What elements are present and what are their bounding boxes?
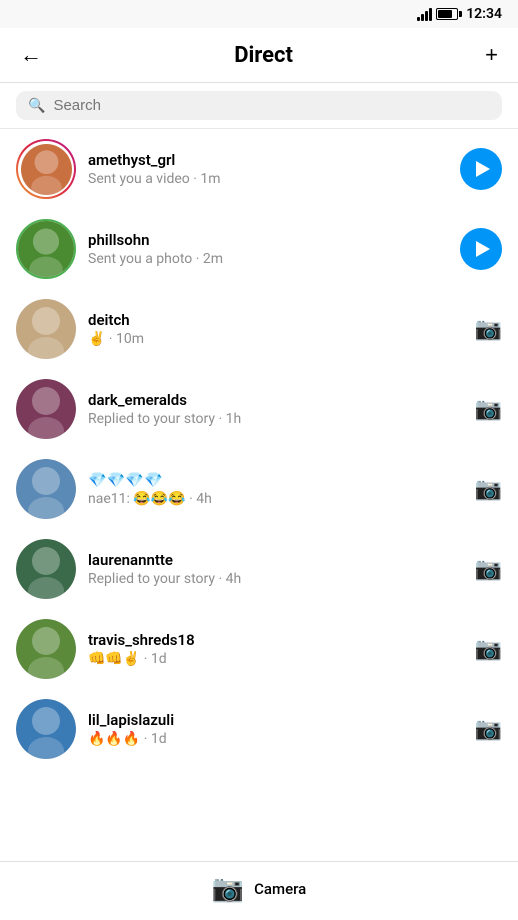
camera-button[interactable]: 📷 <box>475 557 502 582</box>
message-preview: nae11: 😂😂😂 · 4h <box>88 491 463 507</box>
camera-icon: 📷 <box>475 717 502 742</box>
camera-icon: 📷 <box>212 874 244 904</box>
message-preview: Sent you a video · 1m <box>88 171 448 187</box>
message-content: dark_emeralds Replied to your story · 1h <box>88 391 463 427</box>
message-username: lil_lapislazuli <box>88 711 463 729</box>
play-button[interactable] <box>460 148 502 190</box>
signal-icon <box>417 7 432 21</box>
page-title: Direct <box>234 43 293 68</box>
message-username: dark_emeralds <box>88 391 463 409</box>
list-item[interactable]: travis_shreds18 👊👊✌️ · 1d 📷 <box>0 609 518 689</box>
play-icon <box>476 161 490 177</box>
message-username: phillsohn <box>88 231 448 249</box>
avatar <box>16 219 76 279</box>
back-button[interactable]: ← <box>16 38 46 72</box>
message-username: amethyst_grl <box>88 151 448 169</box>
message-content: amethyst_grl Sent you a video · 1m <box>88 151 448 187</box>
avatar <box>16 139 76 199</box>
message-username: laurenanntte <box>88 551 463 569</box>
camera-icon: 📷 <box>475 317 502 342</box>
message-username: travis_shreds18 <box>88 631 463 649</box>
avatar <box>16 619 76 679</box>
status-bar: 12:34 <box>0 0 518 28</box>
battery-icon <box>436 8 462 20</box>
status-time: 12:34 <box>466 6 502 22</box>
play-button[interactable] <box>460 228 502 270</box>
avatar <box>16 699 76 759</box>
list-item[interactable]: deitch ✌️ · 10m 📷 <box>0 289 518 369</box>
camera-icon: 📷 <box>475 397 502 422</box>
list-item[interactable]: laurenanntte Replied to your story · 4h 📷 <box>0 529 518 609</box>
search-input-wrap: 🔍 <box>16 91 502 120</box>
camera-button[interactable]: 📷 <box>475 717 502 742</box>
list-item[interactable]: lil_lapislazuli 🔥🔥🔥 · 1d 📷 <box>0 689 518 769</box>
avatar <box>16 379 76 439</box>
list-item[interactable]: amethyst_grl Sent you a video · 1m <box>0 129 518 209</box>
message-content: phillsohn Sent you a photo · 2m <box>88 231 448 267</box>
message-username: 💎💎💎💎 <box>88 471 463 489</box>
header: ← Direct + <box>0 28 518 83</box>
camera-icon: 📷 <box>475 637 502 662</box>
list-item[interactable]: dark_emeralds Replied to your story · 1h 📷 <box>0 369 518 449</box>
avatar <box>16 459 76 519</box>
status-icons: 12:34 <box>417 6 502 22</box>
bottom-bar: 📷 Camera <box>0 861 518 920</box>
message-content: 💎💎💎💎 nae11: 😂😂😂 · 4h <box>88 471 463 507</box>
message-preview: Replied to your story · 4h <box>88 571 463 587</box>
camera-icon: 📷 <box>475 557 502 582</box>
camera-button[interactable]: 📷 <box>475 637 502 662</box>
camera-icon: 📷 <box>475 477 502 502</box>
camera-button[interactable]: 📷 <box>475 317 502 342</box>
play-icon <box>476 241 490 257</box>
camera-button[interactable]: 📷 <box>475 477 502 502</box>
message-content: deitch ✌️ · 10m <box>88 311 463 347</box>
search-input[interactable] <box>53 97 490 114</box>
message-content: travis_shreds18 👊👊✌️ · 1d <box>88 631 463 667</box>
message-content: lil_lapislazuli 🔥🔥🔥 · 1d <box>88 711 463 747</box>
message-username: deitch <box>88 311 463 329</box>
avatar <box>16 539 76 599</box>
message-list: amethyst_grl Sent you a video · 1m phillso… <box>0 129 518 769</box>
message-preview: ✌️ · 10m <box>88 331 463 347</box>
message-content: laurenanntte Replied to your story · 4h <box>88 551 463 587</box>
new-message-button[interactable]: + <box>481 38 502 72</box>
list-item[interactable]: phillsohn Sent you a photo · 2m <box>0 209 518 289</box>
message-preview: Sent you a photo · 2m <box>88 251 448 267</box>
message-preview: 👊👊✌️ · 1d <box>88 651 463 667</box>
camera-button[interactable]: 📷 <box>475 397 502 422</box>
camera-label: Camera <box>254 880 306 898</box>
avatar <box>16 299 76 359</box>
search-icon: 🔍 <box>28 98 45 114</box>
message-preview: Replied to your story · 1h <box>88 411 463 427</box>
list-item[interactable]: 💎💎💎💎 nae11: 😂😂😂 · 4h 📷 <box>0 449 518 529</box>
message-preview: 🔥🔥🔥 · 1d <box>88 731 463 747</box>
search-bar: 🔍 <box>0 83 518 129</box>
